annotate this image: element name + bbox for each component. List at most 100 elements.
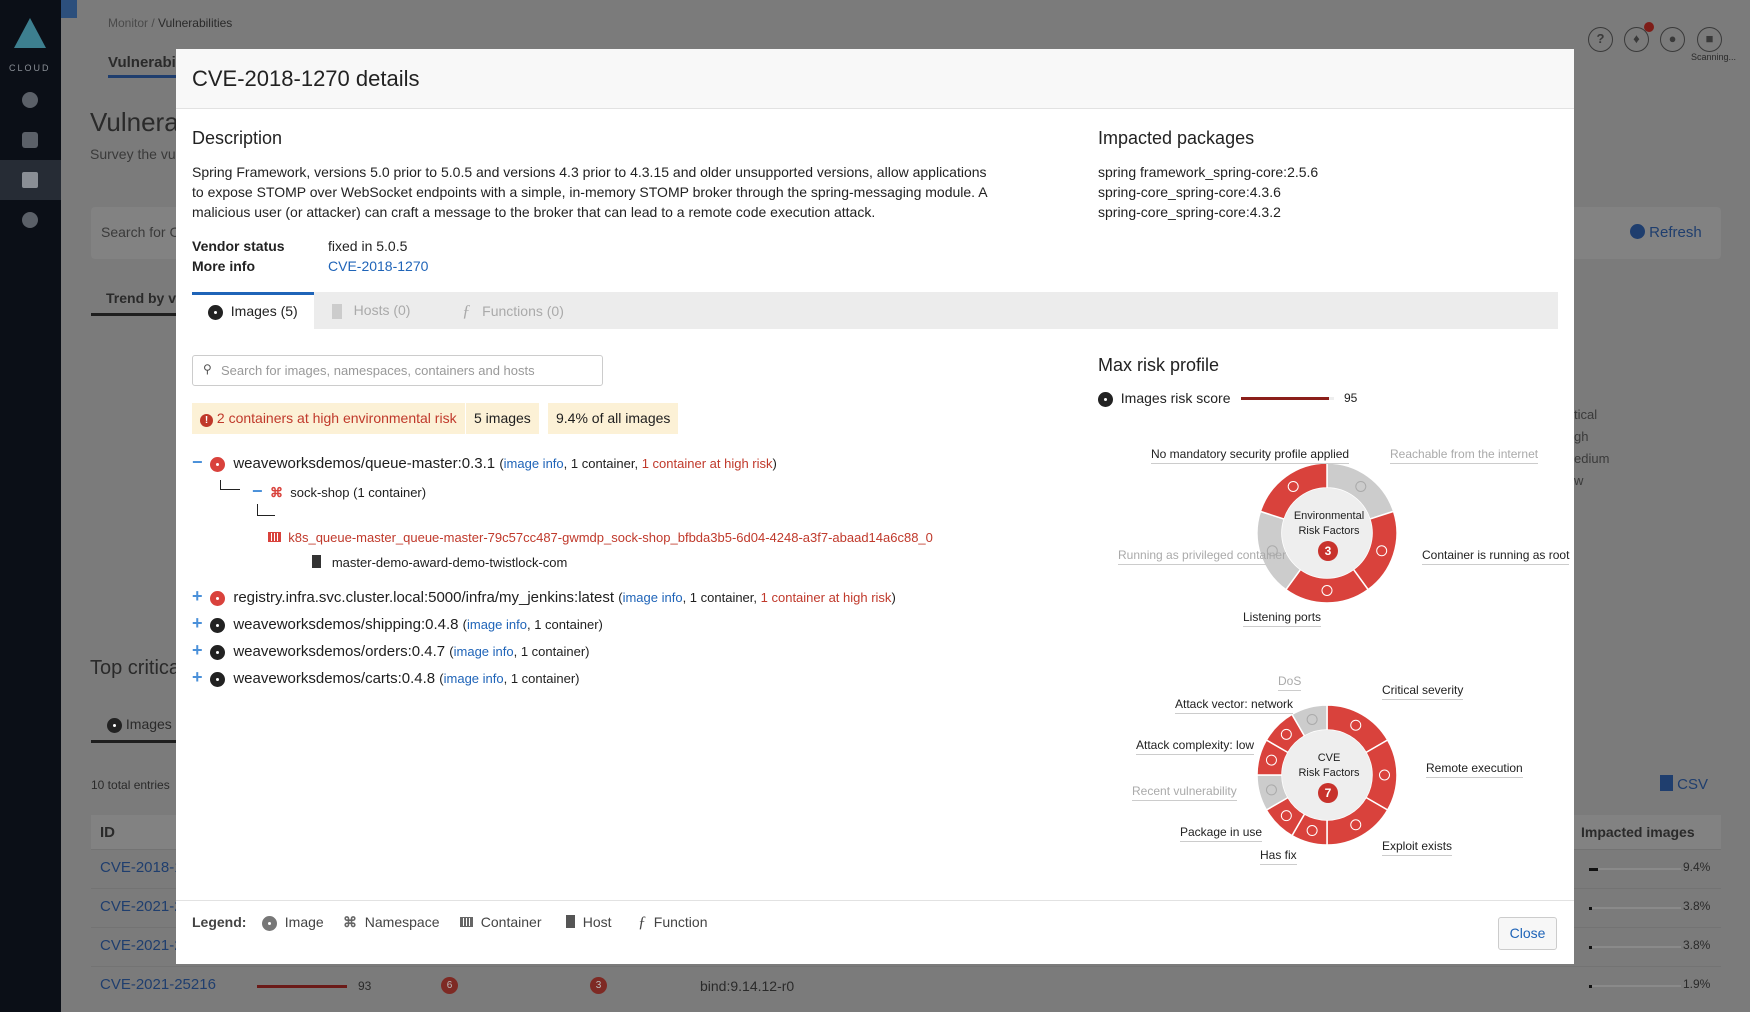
cve-details-modal: CVE-2018-1270 details Description Spring… <box>176 49 1574 964</box>
help-icon[interactable]: ? <box>1588 27 1613 52</box>
logo-icon <box>14 18 46 48</box>
table-row-divider <box>91 966 1721 967</box>
label-package-in-use: Package in use <box>1180 824 1263 842</box>
label-critical: Critical severity <box>1382 682 1464 700</box>
label-has-fix: Has fix <box>1260 847 1297 865</box>
footer-divider <box>176 900 1574 901</box>
env-title-2: Risk Factors <box>1298 525 1360 537</box>
count-badge: 3 <box>590 977 607 994</box>
shield-icon[interactable] <box>22 132 38 148</box>
image-icon <box>107 717 122 733</box>
legend-host: Host <box>566 914 612 930</box>
impacted-bar <box>1589 867 1598 871</box>
legend-namespace: ⌘ Namespace <box>343 914 439 931</box>
col-impacted[interactable]: Impacted images <box>1581 824 1695 840</box>
host-icon <box>566 915 575 928</box>
breadcrumb-monitor[interactable]: Monitor <box>108 16 148 30</box>
container-icon <box>460 917 473 927</box>
legend-text: Namespace <box>364 914 440 930</box>
gear-icon[interactable] <box>22 212 38 228</box>
tab-underline <box>91 740 176 743</box>
impacted-bar <box>1589 984 1592 988</box>
expand-sidebar-button[interactable] <box>61 0 77 18</box>
table-row-id[interactable]: CVE-2018-1 <box>100 859 183 876</box>
top-critical-heading: Top critica <box>90 657 181 679</box>
cve-title-2: Risk Factors <box>1298 767 1360 779</box>
risk-score: 93 <box>358 979 372 993</box>
impacted-track <box>1589 867 1681 871</box>
logo-text: CLOUD <box>9 63 51 73</box>
count-badge: 6 <box>441 977 458 994</box>
breadcrumb-sep: / <box>151 16 155 30</box>
cve-search-input[interactable]: Search for C <box>101 224 180 240</box>
legend-text: Image <box>284 914 324 930</box>
page-heading: Vulneral <box>90 107 185 137</box>
impacted-track <box>1589 984 1681 988</box>
close-button[interactable]: Close <box>1498 917 1557 950</box>
impacted-value: 3.8% <box>1683 899 1711 913</box>
cve-count-badge: 7 <box>1318 783 1338 803</box>
label-privileged: Running as privileged container <box>1118 547 1287 565</box>
legend-high: gh <box>1574 429 1589 444</box>
package-name: bind:9.14.12-r0 <box>700 978 795 994</box>
cve-title-1: CVE <box>1317 752 1341 764</box>
label-no-profile: No mandatory security profile applied <box>1151 446 1350 464</box>
user-icon[interactable]: ● <box>1660 27 1685 52</box>
legend-image: Image <box>262 914 324 931</box>
risk-bar <box>257 985 347 988</box>
refresh-button[interactable]: Refresh <box>1630 224 1702 241</box>
env-donut-title: Environmental Risk Factors <box>1274 509 1384 539</box>
impacted-track <box>1589 945 1681 949</box>
label-remote: Remote execution <box>1426 760 1523 778</box>
legend-text: Host <box>582 914 612 930</box>
legend-low: w <box>1574 473 1584 488</box>
impacted-track <box>1589 906 1681 910</box>
legend-container: Container <box>460 914 541 930</box>
csv-export-button[interactable]: CSV <box>1660 775 1708 793</box>
tab-images-label: Images <box>125 716 172 732</box>
tab-underline <box>91 313 176 316</box>
namespace-icon: ⌘ <box>343 914 357 930</box>
tab-trend[interactable]: Trend by vu <box>106 290 185 306</box>
env-title-1: Environmental <box>1293 510 1365 522</box>
refresh-label: Refresh <box>1649 224 1702 241</box>
impacted-value: 3.8% <box>1683 938 1711 952</box>
label-recent: Recent vulnerability <box>1132 783 1237 801</box>
scanning-icon[interactable]: ■ <box>1697 27 1722 52</box>
label-attack-complexity: Attack complexity: low <box>1136 737 1255 755</box>
label-dos: DoS <box>1278 673 1302 691</box>
breadcrumb: Monitor / Vulnerabilities <box>108 16 232 30</box>
label-attack-vector: Attack vector: network <box>1175 696 1294 714</box>
impacted-value: 1.9% <box>1683 977 1711 991</box>
breadcrumb-current: Vulnerabilities <box>158 16 233 30</box>
radar-icon[interactable] <box>22 92 38 108</box>
label-listening-ports: Listening ports <box>1243 609 1322 627</box>
legend-text: Function <box>653 914 708 930</box>
severity-legend: tical gh edium w <box>1574 404 1609 492</box>
legend-function: ƒ Function <box>638 914 707 932</box>
notification-dot <box>1644 22 1654 32</box>
impacted-bar <box>1589 945 1593 949</box>
legend-label: Legend: <box>192 914 247 930</box>
scanning-status: Scanning... <box>1691 52 1737 62</box>
risk-donuts <box>1256 462 1398 846</box>
label-root: Container is running as root <box>1422 547 1570 565</box>
cve-donut-title: CVE Risk Factors <box>1274 751 1384 781</box>
label-reachable: Reachable from the internet <box>1390 446 1539 464</box>
impacted-bar <box>1589 906 1593 910</box>
legend-text: Container <box>480 914 542 930</box>
table-row-id[interactable]: CVE-2021-2 <box>100 898 183 915</box>
table-row-id[interactable]: CVE-2021-25216 <box>100 976 216 993</box>
total-entries: 10 total entries <box>91 778 170 792</box>
table-row-id[interactable]: CVE-2021-2 <box>100 937 183 954</box>
label-exploit: Exploit exists <box>1382 838 1453 856</box>
col-id[interactable]: ID <box>100 824 115 841</box>
tab-images-bg[interactable]: Images <box>107 716 172 733</box>
env-count-badge: 3 <box>1318 541 1338 561</box>
monitor-icon[interactable] <box>22 172 38 188</box>
legend-critical: tical <box>1574 407 1598 422</box>
page-subtitle: Survey the vu <box>90 146 176 162</box>
csv-label: CSV <box>1677 776 1709 793</box>
impacted-value: 9.4% <box>1683 860 1711 874</box>
function-icon: ƒ <box>638 914 646 931</box>
